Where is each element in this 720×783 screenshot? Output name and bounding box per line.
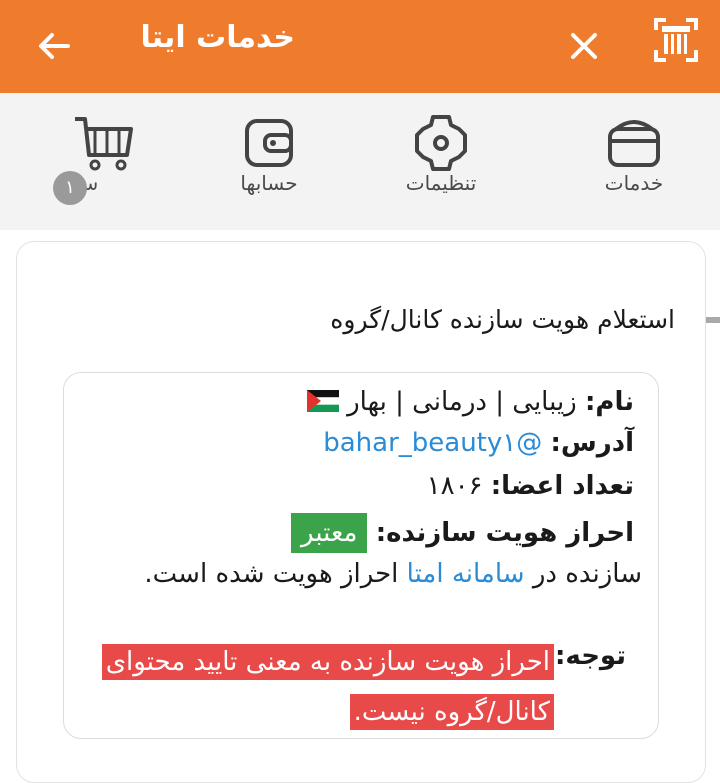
- wallet-icon: [245, 119, 293, 167]
- tab-cart[interactable]: سبد ۱: [45, 93, 165, 230]
- sentence-pre: سازنده در: [532, 559, 642, 589]
- channel-address-link[interactable]: @bahar_beauty۱: [323, 428, 542, 458]
- members-value: ۱۸۰۶: [426, 471, 483, 501]
- close-icon: [571, 33, 597, 59]
- arrow-left-icon: [39, 33, 70, 59]
- tab-label: خدمات: [604, 171, 664, 195]
- name-row: نام: زیبایی | درمانی | بهار: [305, 387, 634, 417]
- top-app-bar: خدمات ایتا: [0, 0, 720, 93]
- service-tabs: خدمات تنظیمات حسابها سبد ۱: [0, 93, 720, 323]
- sentence-post: احراز هویت شده است.: [144, 559, 399, 589]
- palestine-flag-icon: [306, 390, 339, 412]
- inquiry-result-card: استعلام هویت سازنده کانال/گروه نام: زیبا…: [16, 241, 706, 783]
- gear-icon: [415, 115, 467, 171]
- warning-line-1: احراز هویت سازنده به معنی تایید محتوای: [101, 644, 554, 680]
- members-row: تعداد اعضا: ۱۸۰۶: [427, 471, 634, 501]
- name-label: نام:: [585, 387, 634, 417]
- note-label-row: توجه:: [555, 641, 626, 671]
- tab-accounts[interactable]: حسابها: [209, 93, 329, 230]
- close-button[interactable]: [560, 22, 608, 70]
- services-box-icon: [608, 120, 660, 167]
- name-value: زیبایی | درمانی | بهار: [347, 387, 577, 417]
- page-title: خدمات ایتا: [140, 20, 295, 55]
- address-label: آدرس:: [550, 428, 635, 458]
- tab-services[interactable]: خدمات: [574, 93, 694, 230]
- qr-scan-button[interactable]: [652, 16, 700, 64]
- address-row: آدرس: @bahar_beauty۱: [323, 428, 634, 458]
- warning-line-2: کانال/گروه نیست.: [349, 694, 554, 730]
- emta-system-link[interactable]: سامانه امتا: [407, 559, 525, 589]
- back-button[interactable]: [30, 22, 78, 70]
- verification-sentence: سازنده در سامانه امتا احراز هویت شده است…: [144, 559, 642, 589]
- note-label: توجه:: [555, 641, 626, 671]
- cart-count-badge: ۱: [53, 171, 87, 205]
- tab-label: حسابها: [240, 171, 298, 195]
- card-title: استعلام هویت سازنده کانال/گروه: [330, 305, 675, 334]
- tab-settings[interactable]: تنظیمات: [381, 93, 501, 230]
- qr-scan-icon: [654, 18, 698, 62]
- channel-info-box: نام: زیبایی | درمانی | بهار آدرس: @bahar…: [63, 372, 659, 739]
- tab-label: تنظیمات: [405, 171, 477, 195]
- members-label: تعداد اعضا:: [490, 471, 634, 501]
- cart-icon: [75, 117, 133, 171]
- warning-note: احراز هویت سازنده به معنی تایید محتوای ک…: [96, 637, 554, 737]
- verification-row: احراز هویت سازنده: معتبر: [290, 513, 634, 553]
- verified-badge: معتبر: [290, 513, 368, 553]
- verification-label: احراز هویت سازنده:: [375, 518, 634, 548]
